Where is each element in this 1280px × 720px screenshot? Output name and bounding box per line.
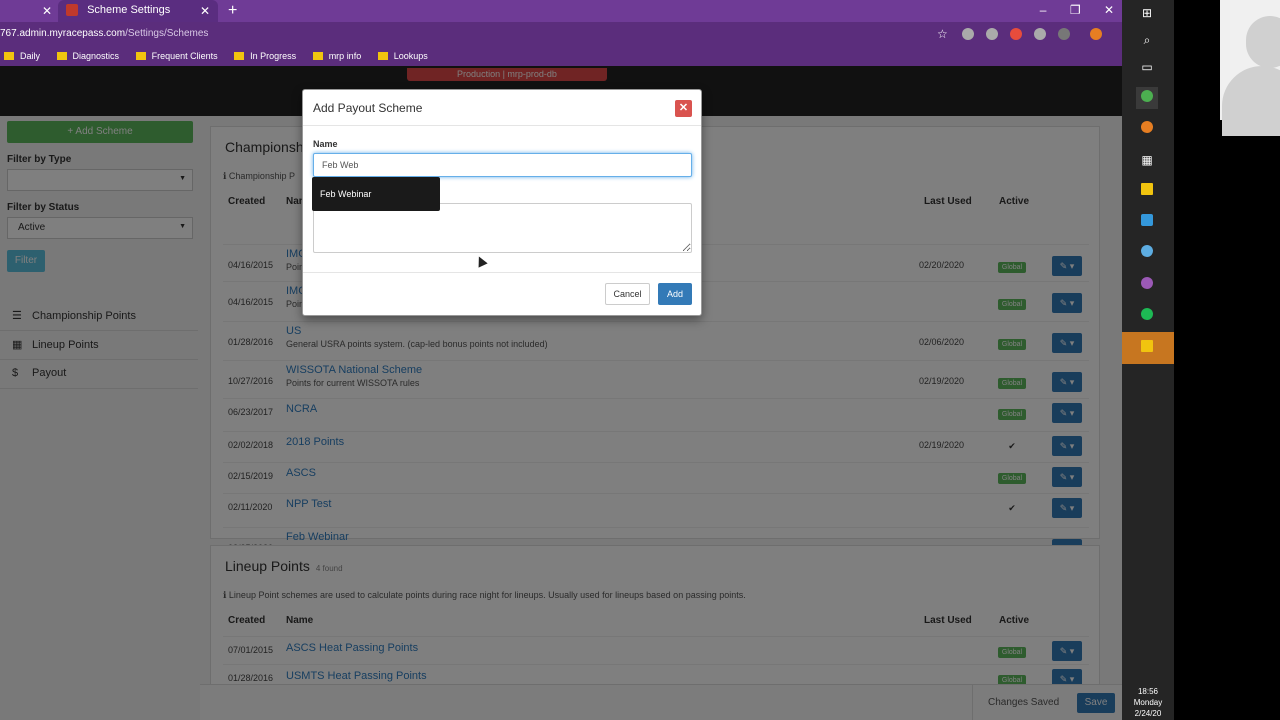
calendar-icon[interactable]: ▦ (1136, 149, 1158, 171)
restore-icon[interactable]: ❐ (1070, 3, 1081, 17)
extension-icon[interactable] (1034, 28, 1047, 40)
bookmark-diagnostics[interactable]: Diagnostics (56, 51, 119, 61)
close-window-icon[interactable]: ✕ (1104, 3, 1114, 17)
app-icon[interactable] (1136, 211, 1158, 233)
bookmarks-bar: Daily Diagnostics Frequent Clients In Pr… (0, 46, 1122, 66)
folder-icon (135, 52, 146, 60)
webcam-overlay (1220, 0, 1280, 136)
profile-avatar-icon[interactable] (1090, 28, 1103, 40)
browser-tab-active[interactable]: Scheme Settings ✕ (58, 0, 218, 22)
bookmark-in-progress[interactable]: In Progress (234, 51, 296, 61)
bookmark-daily[interactable]: Daily (4, 51, 40, 61)
browser-tab-bar: ✕ Scheme Settings ✕ + – ❐ ✕ (0, 0, 1122, 22)
extension-icons (962, 28, 1111, 43)
person-silhouette (1222, 66, 1280, 136)
task-view-icon[interactable]: ▭ (1136, 56, 1158, 78)
minimize-icon[interactable]: – (1040, 3, 1047, 17)
close-icon[interactable]: ✕ (675, 100, 692, 117)
folder-icon (4, 52, 14, 60)
firefox-icon[interactable] (1136, 118, 1158, 140)
extension-icon[interactable] (1010, 28, 1023, 40)
bookmark-star-icon[interactable]: ☆ (937, 27, 948, 41)
tab-title: Scheme Settings (87, 4, 171, 17)
modal-footer: Cancel Add (303, 272, 701, 316)
window-controls: – ❐ ✕ (1020, 3, 1114, 17)
folder-icon (377, 52, 388, 60)
folder-icon (312, 52, 323, 60)
sticky-notes-icon[interactable] (1136, 180, 1158, 202)
cancel-button[interactable]: Cancel (605, 283, 650, 305)
windows-taskbar: ⊞ ⌕ ▭ ▦ 18:56 Monday 2/24/20 (1122, 0, 1174, 720)
extension-icon[interactable] (986, 28, 999, 40)
add-button[interactable]: Add (658, 283, 692, 305)
autocomplete-suggestion[interactable]: Feb Webinar (312, 177, 440, 211)
close-tab-icon[interactable]: ✕ (200, 4, 210, 18)
screen: { "browser": { "tab_title": "Scheme Sett… (0, 0, 1280, 720)
extension-icon[interactable] (962, 28, 974, 40)
close-tab-icon[interactable]: ✕ (42, 4, 52, 18)
bookmark-frequent-clients[interactable]: Frequent Clients (135, 51, 218, 61)
person-silhouette (1246, 16, 1280, 68)
bookmark-lookups[interactable]: Lookups (377, 51, 428, 61)
new-tab-icon[interactable]: + (228, 2, 237, 20)
taskbar-clock[interactable]: 18:56 Monday 2/24/20 (1122, 686, 1174, 719)
spotify-icon[interactable] (1136, 305, 1158, 327)
folder-icon (234, 52, 245, 60)
modal-header: Add Payout Scheme ✕ (303, 90, 701, 126)
site-favicon-icon (66, 4, 78, 17)
folder-icon (56, 52, 67, 60)
chrome-icon[interactable] (1136, 87, 1158, 109)
search-icon[interactable]: ⌕ (1136, 29, 1158, 51)
modal-title: Add Payout Scheme (313, 101, 423, 115)
url-text[interactable]: 767.admin.myracepass.com/Settings/Scheme… (0, 28, 208, 39)
name-label: Name (313, 139, 338, 149)
name-input[interactable] (313, 153, 692, 177)
extension-icon[interactable] (1058, 28, 1071, 40)
phone-app-icon[interactable] (1136, 242, 1158, 264)
address-bar[interactable]: 767.admin.myracepass.com/Settings/Scheme… (0, 22, 1122, 46)
windows-start-icon[interactable]: ⊞ (1136, 2, 1158, 24)
slack-icon[interactable] (1136, 274, 1158, 296)
bookmark-mrp-info[interactable]: mrp info (312, 51, 361, 61)
file-explorer-icon[interactable] (1136, 337, 1158, 359)
